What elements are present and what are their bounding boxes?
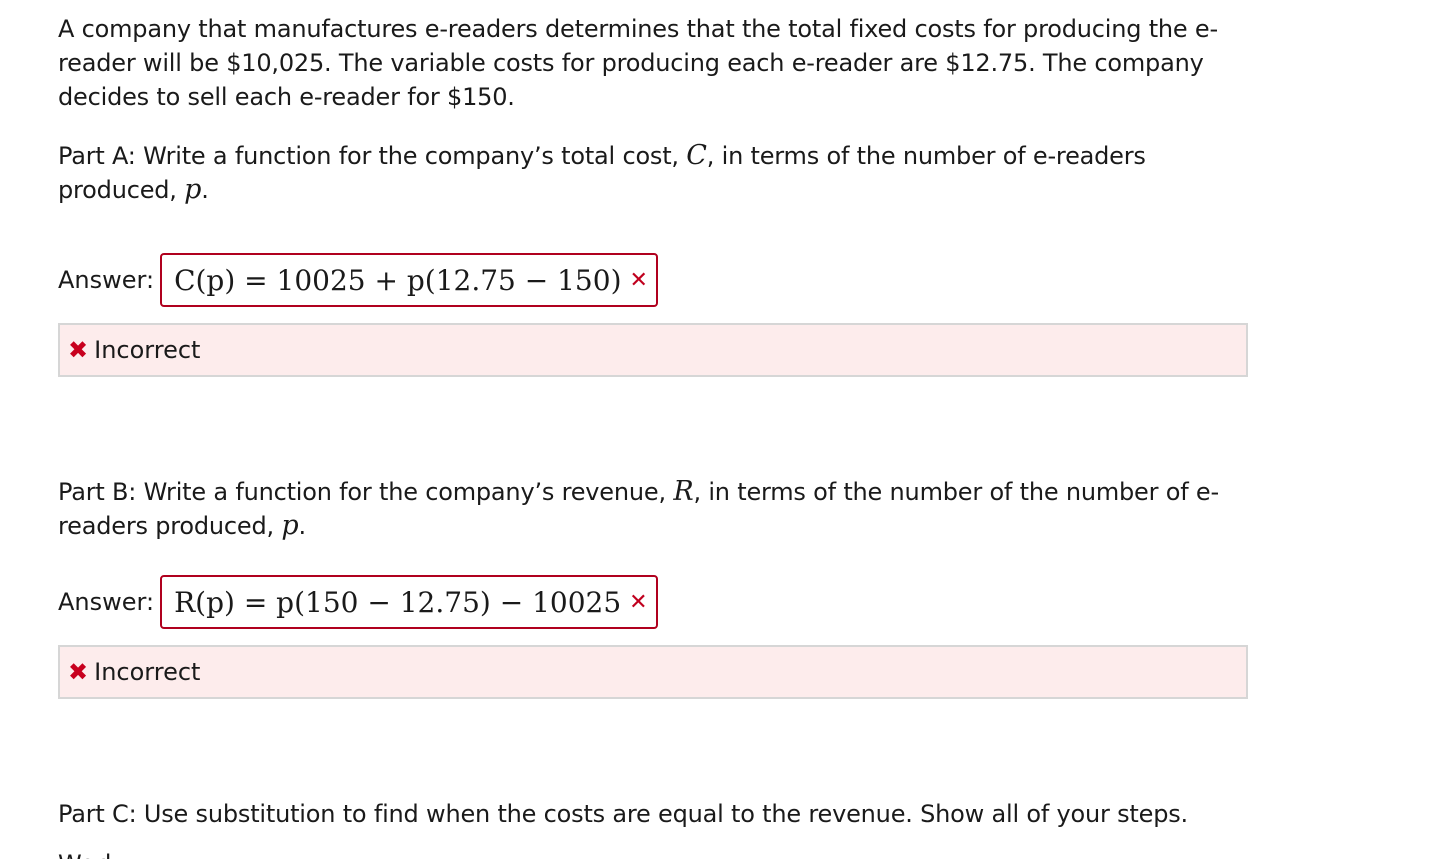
variable-p: p bbox=[184, 174, 202, 205]
part-b-prompt-end: . bbox=[298, 512, 306, 540]
part-a-feedback: ✖ Incorrect bbox=[58, 323, 1248, 377]
answer-label: Answer: bbox=[58, 266, 155, 294]
question-content: A company that manufactures e-readers de… bbox=[58, 12, 1258, 859]
incorrect-x-icon: ✕ bbox=[629, 267, 648, 293]
part-b-prompt: Part B: Write a function for the company… bbox=[58, 475, 1258, 543]
work-label: Work: bbox=[58, 847, 1258, 859]
variable-p: p bbox=[281, 510, 299, 541]
feedback-text: Incorrect bbox=[94, 658, 201, 686]
variable-r: R bbox=[673, 476, 694, 507]
part-a-answer-row: Answer: C(p) = 10025 + p(12.75 − 150) ✕ bbox=[58, 251, 1258, 309]
part-c-prompt: Part C: Use substitution to find when th… bbox=[58, 800, 1188, 828]
answer-label: Answer: bbox=[58, 588, 155, 616]
part-b-prompt-start: Part B: Write a function for the company… bbox=[58, 478, 674, 506]
incorrect-x-icon: ✕ bbox=[629, 589, 648, 615]
part-a-prompt-end: . bbox=[201, 176, 209, 204]
part-b-answer-field[interactable]: R(p) = p(150 − 12.75) − 10025 ✕ bbox=[160, 575, 658, 629]
feedback-text: Incorrect bbox=[94, 336, 201, 364]
incorrect-icon: ✖ bbox=[68, 336, 89, 364]
part-b-answer-row: Answer: R(p) = p(150 − 12.75) − 10025 ✕ bbox=[58, 573, 1258, 631]
part-b-feedback: ✖ Incorrect bbox=[58, 645, 1248, 699]
part-a-prompt-start: Part A: Write a function for the company… bbox=[58, 142, 687, 170]
part-b-answer-value: R(p) = p(150 − 12.75) − 10025 bbox=[174, 585, 622, 619]
part-a-answer-field[interactable]: C(p) = 10025 + p(12.75 − 150) ✕ bbox=[160, 253, 658, 307]
incorrect-icon: ✖ bbox=[68, 658, 89, 686]
part-a-prompt: Part A: Write a function for the company… bbox=[58, 139, 1258, 207]
part-a-answer-value: C(p) = 10025 + p(12.75 − 150) bbox=[174, 263, 622, 297]
variable-c: C bbox=[686, 140, 707, 171]
question-intro: A company that manufactures e-readers de… bbox=[58, 15, 1218, 111]
